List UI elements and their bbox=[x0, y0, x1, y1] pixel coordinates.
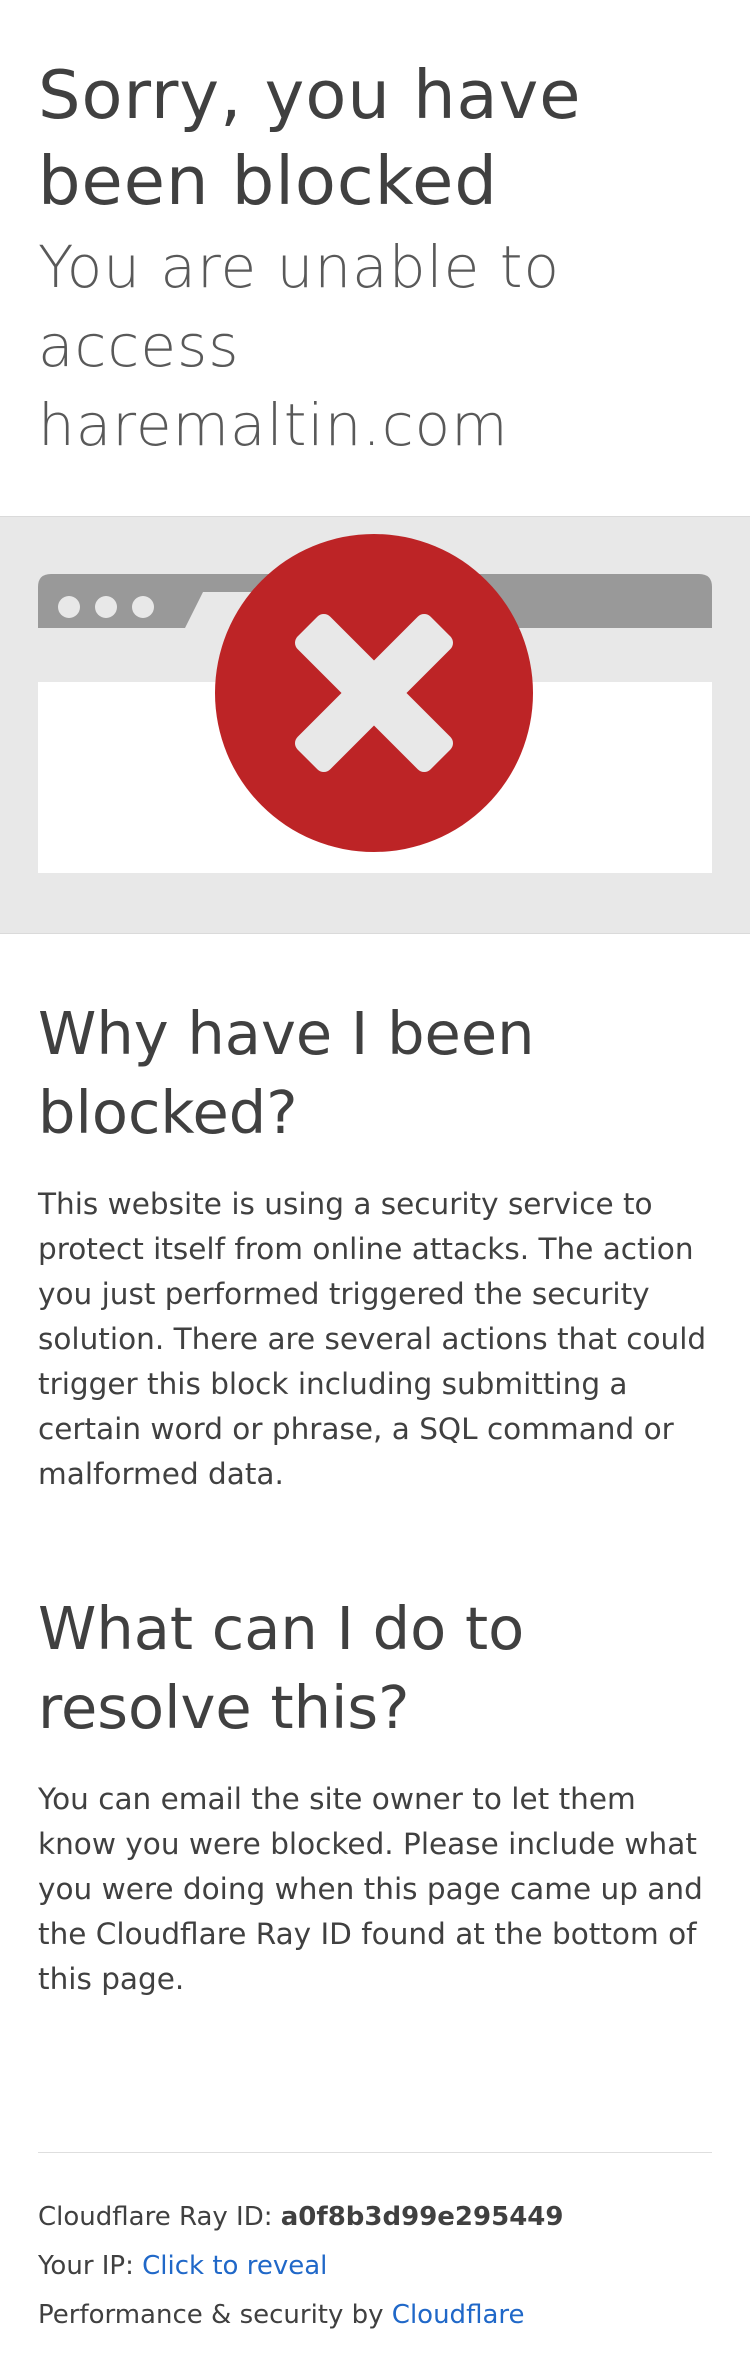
why-blocked-heading: Why have I been blocked? bbox=[38, 999, 535, 1147]
ray-id-value: a0f8b3d99e295449 bbox=[280, 2202, 564, 2232]
window-dot-1 bbox=[58, 596, 80, 618]
cloudflare-link[interactable]: Cloudflare bbox=[392, 2300, 525, 2330]
ray-id-label: Cloudflare Ray ID: bbox=[38, 2202, 273, 2232]
page-title: Sorry, you have been blocked bbox=[38, 56, 582, 220]
footer: Cloudflare Ray ID: a0f8b3d99e295449 Your… bbox=[38, 2152, 712, 2340]
window-dot-2 bbox=[95, 596, 117, 618]
window-dot-3 bbox=[132, 596, 154, 618]
performance-line: Performance & security by Cloudflare bbox=[38, 2291, 712, 2340]
ip-line: Your IP: Click to reveal bbox=[38, 2242, 712, 2291]
page-subtitle: You are unable to access haremaltin.com bbox=[38, 233, 560, 459]
ip-label: Your IP: bbox=[38, 2251, 134, 2281]
resolve-text: You can email the site owner to let them… bbox=[38, 1782, 703, 1996]
why-blocked-text: This website is using a security service… bbox=[38, 1187, 707, 1491]
illustration-band bbox=[0, 516, 750, 934]
reveal-ip-link[interactable]: Click to reveal bbox=[142, 2251, 327, 2281]
performance-label: Performance & security by bbox=[38, 2300, 384, 2330]
main-content: Why have I been blocked? This website is… bbox=[0, 934, 750, 2002]
ray-id-line: Cloudflare Ray ID: a0f8b3d99e295449 bbox=[38, 2193, 712, 2242]
page-header: Sorry, you have been blocked You are una… bbox=[0, 0, 750, 516]
browser-window-with-error-x-icon bbox=[38, 534, 712, 873]
resolve-heading: What can I do to resolve this? bbox=[38, 1594, 525, 1742]
